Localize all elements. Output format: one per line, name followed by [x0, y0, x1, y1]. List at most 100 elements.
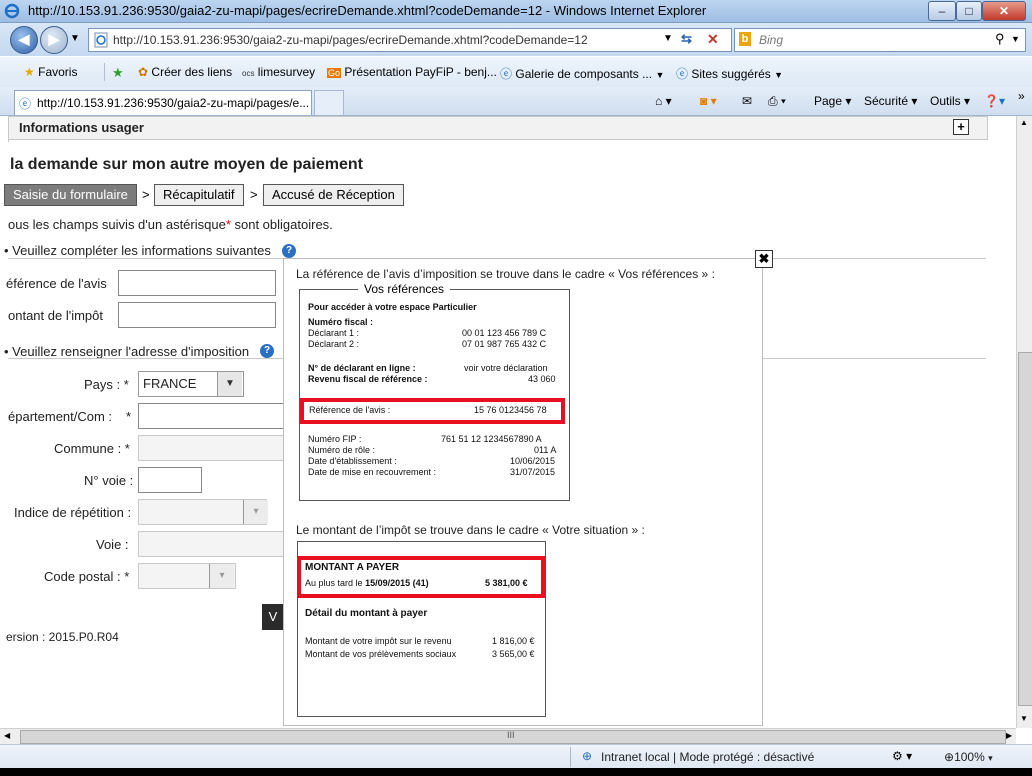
- scroll-grip: III: [507, 730, 515, 740]
- fav-item-galerie[interactable]: ⓔ Galerie de composants ... ▼: [500, 65, 664, 82]
- home-icon[interactable]: ⌂ ▾: [655, 94, 672, 108]
- address-dropdown-icon[interactable]: ▼: [663, 33, 673, 44]
- mail-icon[interactable]: ✉: [742, 94, 752, 108]
- help-icon[interactable]: ❓▾: [984, 94, 1005, 108]
- search-dropdown-icon[interactable]: ▼: [1011, 34, 1020, 44]
- chevron-down-icon[interactable]: ▾: [243, 500, 268, 524]
- popup-close-icon[interactable]: ✖: [755, 250, 773, 268]
- fav-item-limesurvey[interactable]: ocs limesurvey: [242, 65, 315, 79]
- scroll-down-icon[interactable]: ▼: [1020, 714, 1028, 723]
- tools-menu[interactable]: Outils ▾: [930, 94, 970, 108]
- title-bar: http://10.153.91.236:9530/gaia2-zu-mapi/…: [0, 0, 1032, 23]
- departement-input[interactable]: [138, 403, 285, 429]
- help-icon[interactable]: ?: [282, 244, 296, 258]
- impot-revenu-value: 1 816,00 €: [492, 636, 535, 646]
- refcard-heading: Pour accéder à votre espace Particulier: [308, 302, 477, 312]
- vos-references-title: Vos références: [358, 282, 451, 296]
- montant-impot-input[interactable]: [118, 302, 276, 328]
- step-separator: >: [142, 187, 150, 202]
- num-ligne-label: N° de déclarant en ligne :: [308, 363, 416, 373]
- numero-voie-label: N° voie :: [84, 473, 134, 488]
- info-usager-header[interactable]: Informations usager +: [8, 116, 988, 140]
- scroll-thumb[interactable]: [1018, 352, 1032, 706]
- info-usager-label: Informations usager: [19, 120, 144, 135]
- protected-mode-icon[interactable]: ⚙ ▾: [892, 749, 912, 763]
- close-window-button[interactable]: ✕: [982, 1, 1026, 21]
- search-box[interactable]: b Bing ⚲ ▼: [734, 28, 1026, 52]
- step-accuse-reception[interactable]: Accusé de Réception: [263, 184, 404, 206]
- fav-item-payfip[interactable]: Go Présentation PayFiP - benj...: [327, 65, 497, 79]
- site-icon: ocs: [242, 69, 255, 78]
- ie-page-icon: ⓔ: [500, 67, 513, 81]
- minimize-button[interactable]: –: [928, 1, 956, 21]
- fav-item-sites-suggeres[interactable]: ⓔ Sites suggérés ▼: [676, 65, 783, 82]
- divider: [8, 140, 9, 142]
- page-icon: [93, 32, 109, 51]
- scroll-up-icon[interactable]: ▲: [1020, 118, 1028, 127]
- popup-reference-text: La référence de l’avis d’imposition se t…: [296, 267, 715, 281]
- maximize-button[interactable]: □: [956, 1, 982, 21]
- reference-avis-input[interactable]: [118, 270, 276, 296]
- scroll-left-icon[interactable]: ◀: [4, 731, 10, 740]
- numero-role-value: 011 A: [534, 445, 557, 455]
- numero-fiscal-label: Numéro fiscal :: [308, 317, 374, 327]
- declarant1-label: Déclarant 1 :: [308, 328, 360, 338]
- chevron-down-icon[interactable]: ▼: [217, 372, 242, 396]
- indice-repetition-select[interactable]: ▾: [138, 499, 268, 525]
- voie-input[interactable]: [138, 531, 285, 557]
- code-postal-select[interactable]: ▾: [138, 563, 236, 589]
- required-note: ous les champs suivis d'un astérisque* s…: [8, 217, 333, 232]
- pays-select[interactable]: FRANCE ▼: [138, 371, 244, 397]
- fav-label: limesurvey: [257, 65, 316, 79]
- security-menu[interactable]: Sécurité ▾: [864, 94, 917, 108]
- horizontal-scrollbar[interactable]: ◀ III ▶: [0, 728, 1016, 745]
- declarant2-label: Déclarant 2 :: [308, 339, 360, 349]
- favorites-button[interactable]: ★ Favoris: [24, 65, 77, 79]
- declarant1-value: 00 01 123 456 789 C: [462, 328, 547, 338]
- more-tools-icon[interactable]: »: [1018, 89, 1025, 103]
- submit-button[interactable]: V: [262, 604, 284, 630]
- history-dropdown-icon[interactable]: ▼: [70, 33, 80, 44]
- zone-status: Intranet local | Mode protégé : désactiv…: [601, 750, 815, 764]
- address-bar[interactable]: http://10.153.91.236:9530/gaia2-zu-mapi/…: [88, 28, 732, 52]
- search-icon[interactable]: ⚲: [995, 31, 1005, 47]
- revenu-fiscal-value: 43 060: [528, 374, 556, 384]
- version-text: ersion : 2015.P0.R04: [6, 630, 119, 644]
- section-informations: • Veuillez compléter les informations su…: [4, 243, 271, 258]
- reference-avis-label: éférence de l'avis: [6, 276, 107, 291]
- add-favorite-icon[interactable]: ★: [112, 65, 124, 81]
- forward-button[interactable]: ▶: [40, 26, 68, 54]
- step-saisie[interactable]: Saisie du formulaire: [4, 184, 137, 206]
- section-adresse-label: Veuillez renseigner l'adresse d'impositi…: [12, 344, 250, 359]
- numero-fip-label: Numéro FIP :: [308, 434, 362, 444]
- tab-active[interactable]: ⓔ http://10.153.91.236:9530/gaia2-zu-map…: [14, 90, 312, 115]
- back-button[interactable]: ◀: [10, 26, 38, 54]
- scroll-right-icon[interactable]: ▶: [1006, 731, 1012, 740]
- payfip-icon: Go: [327, 68, 342, 78]
- chevron-down-icon[interactable]: ▾: [209, 564, 234, 588]
- rss-icon[interactable]: ◙ ▾: [700, 94, 717, 108]
- zoom-icon: ⊕: [944, 750, 955, 764]
- new-tab-button[interactable]: [314, 90, 344, 115]
- favorites-label: Favoris: [38, 65, 78, 79]
- prelevements-sociaux-label: Montant de vos prélèvements sociaux: [305, 649, 457, 659]
- prelevements-sociaux-value: 3 565,00 €: [492, 649, 535, 659]
- status-bar: ⊕ Intranet local | Mode protégé : désact…: [0, 744, 1032, 769]
- help-icon[interactable]: ?: [260, 344, 274, 358]
- page-menu[interactable]: Page ▾: [814, 94, 851, 108]
- vertical-scrollbar[interactable]: ▲ ▼: [1016, 116, 1032, 728]
- ie-page-icon: ⓔ: [19, 97, 32, 111]
- commune-input[interactable]: [138, 435, 285, 461]
- print-icon[interactable]: ⎙ ▾: [768, 94, 786, 109]
- star-icon: ★: [24, 65, 35, 79]
- favorites-bar: ★ Favoris ★ ✿ Créer des liens ocs limesu…: [0, 57, 1032, 88]
- step-recapitulatif[interactable]: Récapitulatif: [154, 184, 244, 206]
- fav-item-creer-liens[interactable]: ✿ Créer des liens: [138, 65, 232, 79]
- fav-label: Sites suggérés: [691, 67, 771, 81]
- numero-voie-input[interactable]: [138, 467, 202, 493]
- expand-plus-icon[interactable]: +: [953, 119, 969, 135]
- refresh-icon[interactable]: ⇆: [681, 31, 692, 47]
- hscroll-thumb[interactable]: III: [20, 730, 1006, 744]
- zoom-control[interactable]: ⊕100% ▾: [944, 750, 993, 764]
- stop-icon[interactable]: ✕: [707, 31, 719, 48]
